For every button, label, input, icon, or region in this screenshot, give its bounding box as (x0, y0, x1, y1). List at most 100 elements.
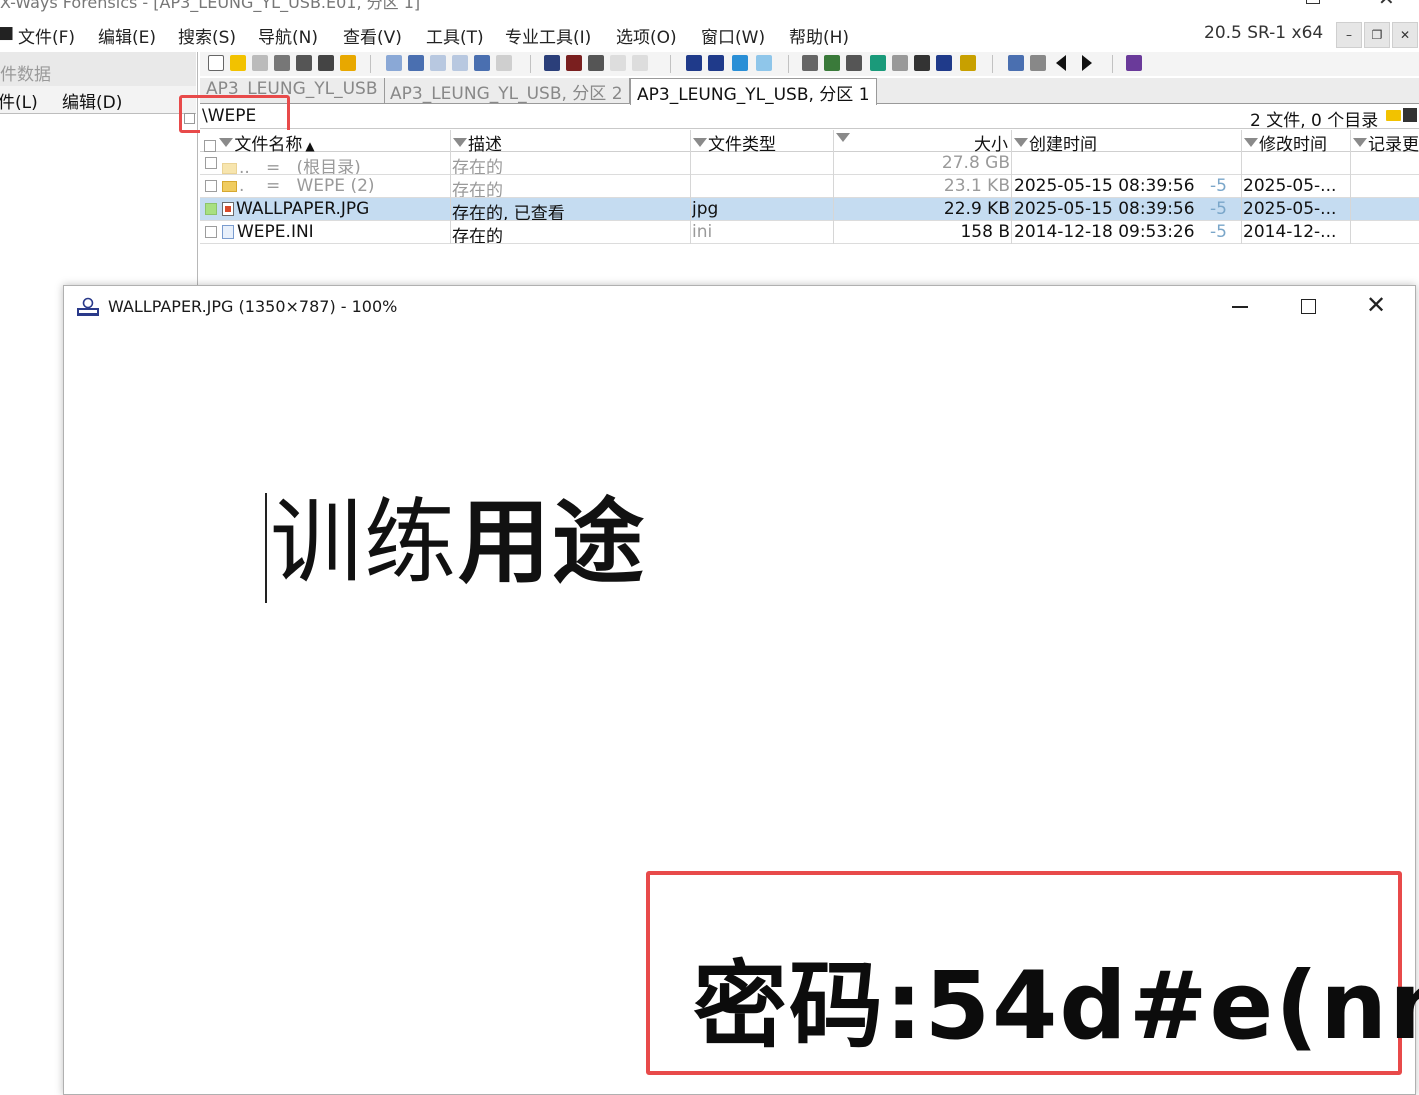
volume-icon[interactable] (824, 55, 840, 71)
table-row[interactable]: .. = (根目录) 存在的 27.8 GB (200, 152, 1419, 175)
modified-cell: 2025-05-... (1243, 176, 1337, 196)
copy-icon[interactable] (408, 55, 424, 71)
filter-icon[interactable] (836, 133, 850, 142)
mdi-minimize-button[interactable]: – (1336, 22, 1362, 48)
maximize-button[interactable] (1306, 0, 1320, 4)
column-divider (1350, 152, 1351, 244)
type-cell: ini (692, 222, 713, 242)
file-name-cell: WEPE.INI (222, 222, 450, 243)
viewer-maximize-button[interactable] (1301, 299, 1316, 314)
binary-icon[interactable] (496, 55, 512, 71)
forward-arrow-icon[interactable] (756, 55, 772, 71)
row-checkbox[interactable] (205, 180, 217, 192)
disk-icon[interactable] (802, 55, 818, 71)
new-file-icon[interactable] (208, 55, 224, 71)
viewer-app-icon (77, 297, 99, 316)
app-menu-icon[interactable]: ■ (0, 23, 14, 43)
row-checkbox[interactable] (205, 157, 217, 169)
gallery-icon[interactable] (936, 55, 952, 71)
filter-icon[interactable] (1014, 138, 1028, 147)
settings-gear-icon[interactable] (960, 55, 976, 71)
viewer-close-button[interactable]: ✕ (1366, 291, 1386, 319)
left-pane-title: 件数据 (0, 52, 196, 86)
hash-icon[interactable] (914, 55, 930, 71)
find-hex-icon[interactable] (588, 55, 604, 71)
viewer-title: WALLPAPER.JPG (1350×787) - 100% (108, 297, 398, 316)
open-folder-icon[interactable] (230, 55, 246, 71)
next-icon[interactable] (1082, 55, 1092, 71)
menu-search[interactable]: 搜索(S) (178, 23, 236, 48)
viewer-title-bar[interactable]: WALLPAPER.JPG (1350×787) - 100% ✕ (64, 286, 1415, 328)
goto-offset-icon[interactable] (686, 55, 702, 71)
goto-sector-icon[interactable] (708, 55, 724, 71)
save-list-icon[interactable] (1403, 108, 1417, 122)
help-book-icon[interactable] (1126, 55, 1142, 71)
calculator-icon[interactable] (870, 55, 886, 71)
export-icon[interactable] (340, 55, 356, 71)
find-next-icon[interactable] (610, 55, 626, 71)
mdi-close-button[interactable]: ✕ (1392, 22, 1418, 48)
column-header-name[interactable]: 文件名称 ▲ (200, 130, 450, 155)
column-header-record-changed[interactable]: 记录更 (1350, 130, 1419, 152)
created-cell: 2025-05-15 08:39:56 (1014, 199, 1195, 219)
table-row[interactable]: WALLPAPER.JPG 存在的, 已查看 jpg 22.9 KB 2025-… (200, 198, 1419, 221)
view-mode-icon[interactable] (1008, 55, 1024, 71)
print-icon[interactable] (274, 55, 290, 71)
table-row[interactable]: . = WEPE (2) 存在的 23.1 KB 2025-05-15 08:3… (200, 175, 1419, 198)
menu-edit[interactable]: 编辑(E) (98, 23, 156, 48)
path-highlight-box (179, 95, 290, 133)
zoom-icon[interactable] (892, 55, 908, 71)
filter-icon[interactable] (453, 138, 467, 147)
main-title-bar: X-Ways Forensics - [AP3_LEUNG_YL_USB.E01… (0, 0, 1419, 18)
viewer-minimize-button[interactable] (1232, 306, 1248, 308)
paste-icon[interactable] (452, 55, 468, 71)
select-all-checkbox[interactable] (204, 140, 216, 152)
save-icon[interactable] (252, 55, 268, 71)
menu-view[interactable]: 查看(V) (343, 23, 402, 48)
properties-icon[interactable] (296, 55, 312, 71)
close-button[interactable]: ✕ (1378, 0, 1395, 10)
column-header-size[interactable]: 大小 (833, 130, 1011, 155)
column-header-type[interactable]: 文件类型 (690, 130, 833, 155)
row-checkbox[interactable] (205, 203, 217, 215)
menu-file[interactable]: 文件(F) (18, 23, 75, 48)
previous-icon[interactable] (1056, 55, 1066, 71)
filter-icon[interactable] (1244, 138, 1258, 147)
filter-icon[interactable] (693, 138, 707, 147)
report-icon[interactable] (318, 55, 334, 71)
type-cell: jpg (692, 199, 719, 219)
grid-view-icon[interactable] (1030, 55, 1046, 71)
left-pane-menu-edit[interactable]: 编辑(D) (62, 88, 122, 113)
table-row[interactable]: WEPE.INI 存在的 ini 158 B 2014-12-18 09:53:… (200, 221, 1419, 244)
filter-icon[interactable] (219, 138, 234, 147)
find-icon[interactable] (544, 55, 560, 71)
menu-tools[interactable]: 工具(T) (426, 23, 484, 48)
cut-icon[interactable] (430, 55, 446, 71)
menu-bar: ■ 文件(F) 编辑(E) 搜索(S) 导航(N) 查看(V) 工具(T) 专业… (0, 20, 1419, 50)
menu-navigate[interactable]: 导航(N) (258, 23, 318, 48)
left-pane-menu-file[interactable]: 件(L) (0, 88, 38, 113)
column-header-created[interactable]: 创建时间 (1011, 130, 1241, 155)
menu-window[interactable]: 窗口(W) (701, 23, 765, 48)
filter-icon[interactable] (1353, 138, 1367, 147)
tab-ap3-usb-partition-2[interactable]: AP3_LEUNG_YL_USB, 分区 2 (384, 78, 630, 104)
replace-icon[interactable] (632, 55, 648, 71)
menu-help[interactable]: 帮助(H) (789, 23, 849, 48)
ram-icon[interactable] (846, 55, 862, 71)
folder-icon[interactable] (1386, 110, 1401, 121)
tab-ap3-usb-partition-1[interactable]: AP3_LEUNG_YL_USB, 分区 1 (630, 78, 877, 105)
column-header-modified[interactable]: 修改时间 (1241, 130, 1350, 155)
row-checkbox[interactable] (205, 226, 217, 238)
undo-icon[interactable] (386, 55, 402, 71)
clipboard-icon[interactable] (474, 55, 490, 71)
mdi-restore-button[interactable]: ❐ (1364, 22, 1390, 48)
table-header: 文件名称 ▲ 描述 文件类型 大小 创建时间 修改时间 记录更 (200, 130, 1419, 155)
back-arrow-icon[interactable] (732, 55, 748, 71)
size-cell: 23.1 KB (943, 176, 1010, 196)
mdi-window-buttons: – ❐ ✕ (1336, 22, 1418, 48)
column-header-description[interactable]: 描述 (450, 130, 690, 155)
find-text-icon[interactable] (566, 55, 582, 71)
menu-options[interactable]: 选项(O) (616, 23, 677, 48)
toolbar (200, 52, 1419, 76)
menu-specialist-tools[interactable]: 专业工具(I) (505, 23, 591, 48)
